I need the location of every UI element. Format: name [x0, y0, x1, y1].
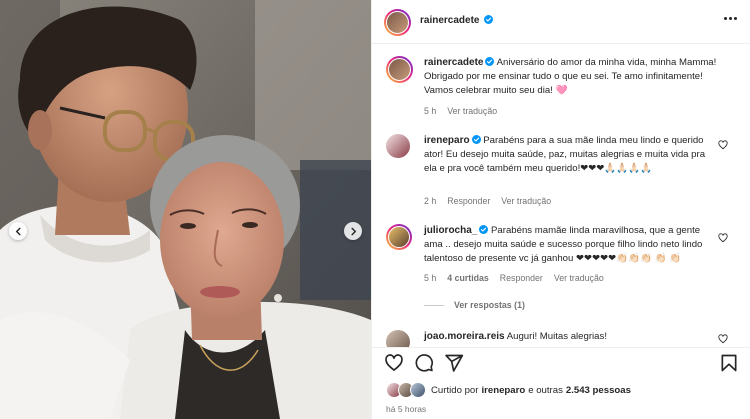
action-bar [372, 347, 750, 377]
post-photo[interactable] [0, 0, 371, 419]
comment-time[interactable]: 5 h [424, 273, 436, 283]
comment-text: Auguri! Muitas alegrias! [506, 331, 607, 342]
caption-meta: 5 h Ver tradução [424, 106, 497, 116]
comment-item: joao.moreira.reis Auguri! Muitas alegria… [386, 330, 738, 347]
commenter-avatar[interactable] [386, 134, 410, 158]
comment-reply-button[interactable]: Responder [500, 273, 543, 283]
post-details-panel: rainercadete rainercadete Aniversário do… [371, 0, 750, 419]
commenter-avatar[interactable] [386, 330, 410, 347]
chevron-left-icon [15, 227, 21, 235]
comment-translate-link[interactable]: Ver tradução [554, 273, 604, 283]
chevron-right-icon [350, 227, 356, 235]
comment-text-block: ireneparo Parabéns para a sua mãe linda … [424, 134, 714, 176]
more-options-button[interactable] [724, 17, 737, 20]
replies-divider [424, 304, 444, 306]
photo-image [0, 0, 371, 419]
post-header: rainercadete [372, 0, 750, 44]
post-timestamp[interactable]: há 5 horas [386, 404, 426, 414]
liker-avatar [410, 382, 426, 398]
caption-translate-link[interactable]: Ver tradução [447, 106, 497, 116]
comment-reply-button[interactable]: Responder [447, 196, 490, 206]
caption-avatar[interactable] [386, 56, 413, 83]
comment-like-heart-icon[interactable] [718, 233, 728, 243]
caption-username[interactable]: rainercadete [424, 57, 483, 68]
bookmark-icon[interactable] [719, 353, 739, 373]
likes-count[interactable]: 2.543 pessoas [566, 385, 631, 396]
comment-meta: 2 h Responder Ver tradução [424, 196, 551, 206]
comment-translate-link[interactable]: Ver tradução [501, 196, 551, 206]
carousel-next-button[interactable] [344, 222, 362, 240]
comment-meta: 5 h 4 curtidas Responder Ver tradução [424, 273, 604, 283]
likes-middle: e outras [528, 384, 563, 396]
comment-text-block: juliorocha_ Parabéns mamãe linda maravil… [424, 224, 714, 266]
more-icon [724, 17, 727, 20]
comment-like-heart-icon[interactable] [718, 140, 728, 150]
verified-badge-icon [471, 135, 481, 144]
heart-icon[interactable] [384, 353, 404, 373]
caption-time[interactable]: 5 h [424, 106, 436, 116]
post-dialog: rainercadete rainercadete Aniversário do… [0, 0, 750, 419]
likes-user[interactable]: ireneparo [481, 385, 525, 396]
commenter-avatar[interactable] [386, 224, 412, 250]
comment-likes-count[interactable]: 4 curtidas [447, 273, 489, 283]
likes-prefix: Curtido por [431, 384, 479, 396]
view-replies-button[interactable]: Ver respostas (1) [424, 300, 525, 310]
caption: rainercadete Aniversário do amor da minh… [386, 56, 738, 116]
author-username[interactable]: rainercadete [420, 15, 479, 26]
share-icon[interactable] [444, 353, 464, 373]
caption-text-block: rainercadete Aniversário do amor da minh… [424, 56, 724, 98]
comment-icon[interactable] [414, 353, 434, 373]
comment-username[interactable]: ireneparo [424, 135, 470, 146]
verified-badge-icon [484, 15, 494, 24]
comment-item: ireneparo Parabéns para a sua mãe linda … [386, 134, 738, 206]
carousel-prev-button[interactable] [9, 222, 27, 240]
comment-username[interactable]: juliorocha_ [424, 225, 477, 236]
comment-text-block: joao.moreira.reis Auguri! Muitas alegria… [424, 330, 714, 344]
comment-username[interactable]: joao.moreira.reis [424, 331, 505, 342]
author-avatar[interactable] [384, 9, 411, 36]
view-replies-label[interactable]: Ver respostas (1) [454, 300, 525, 310]
comment-like-heart-icon[interactable] [718, 334, 728, 344]
verified-badge-icon [479, 225, 489, 234]
verified-badge-icon [485, 57, 495, 66]
liker-avatars [386, 382, 428, 398]
comment-time[interactable]: 2 h [424, 196, 436, 206]
likes-summary[interactable]: Curtido por ireneparo e outras 2.543 pes… [386, 382, 631, 398]
